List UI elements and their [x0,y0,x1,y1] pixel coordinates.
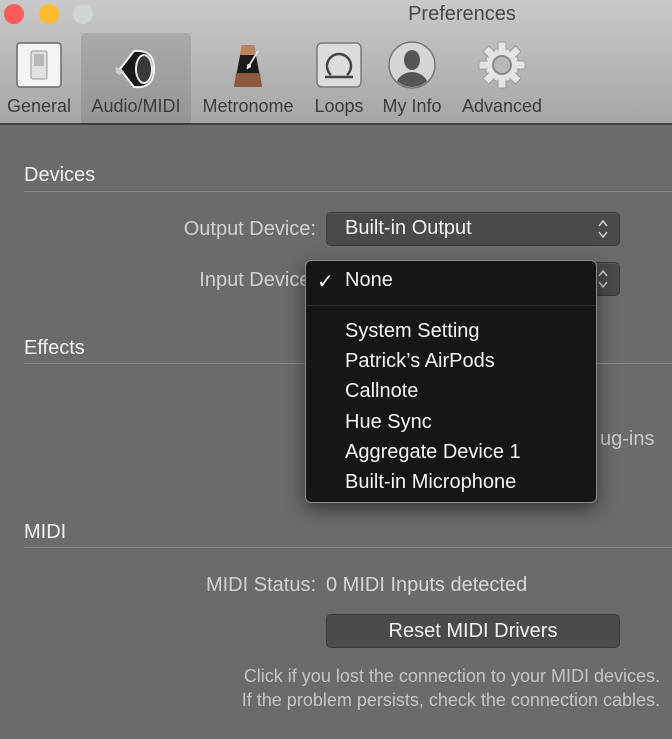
tab-metronome[interactable]: Metronome [195,33,301,123]
tab-label: General [6,96,72,116]
menu-item-label: Built-in Microphone [345,471,517,493]
menu-item-patricks-airpods[interactable]: Patrick’s AirPods [306,348,596,378]
user-icon [388,41,436,89]
menu-item-label: Callnote [345,380,419,402]
tab-label: My Info [382,96,442,116]
switch-icon [16,42,62,88]
menu-item-aggregate-device-1[interactable]: Aggregate Device 1 [306,439,596,469]
tab-loops[interactable]: Loops [308,33,370,123]
menu-item-built-in-microphone[interactable]: Built-in Microphone [306,469,596,499]
reset-midi-drivers-button[interactable]: Reset MIDI Drivers [326,614,620,648]
menu-item-label: Aggregate Device 1 [345,441,521,463]
menu-item-label: None [345,269,393,291]
midi-status-value: 0 MIDI Inputs detected [326,574,528,596]
devices-section-title: Devices [24,164,96,186]
midi-divider [24,547,672,548]
checkmark-icon: ✓ [317,271,334,293]
chevron-updown-icon [598,269,608,289]
menu-item-system-setting[interactable]: System Setting [306,318,596,348]
menu-separator [306,305,596,306]
menu-item-label: System Setting [345,320,480,342]
chevron-updown-icon [598,219,608,239]
metronome-icon [234,45,262,87]
tab-label: Audio/MIDI [91,96,181,116]
midi-section-title: MIDI [24,521,67,543]
tab-label: Advanced [461,96,543,116]
input-device-label: Input Device: [199,269,316,291]
midi-status-label: MIDI Status: [205,574,316,596]
output-device-select[interactable]: Built-in Output [326,212,620,246]
tab-advanced[interactable]: Advanced [455,33,549,123]
output-device-value: Built-in Output [345,217,472,239]
tab-label: Loops [314,96,364,116]
output-device-label: Output Device: [183,218,316,240]
effects-plugins-label-partial: ug-ins [600,428,655,450]
speaker-icon [115,49,156,89]
window-toolbar: Preferences General Audio/MIDI Metronome [0,0,672,125]
loop-icon [316,42,362,88]
devices-divider [24,191,672,192]
tab-my-info[interactable]: My Info [375,33,449,123]
menu-item-label: Hue Sync [345,411,432,433]
menu-item-none[interactable]: ✓ None [306,267,596,297]
gear-icon [478,41,526,89]
menu-item-callnote[interactable]: Callnote [306,378,596,408]
midi-help-line-1: Click if you lost the connection to your… [243,666,660,686]
midi-help-line-2: If the problem persists, check the conne… [241,690,660,710]
window-title: Preferences [408,3,516,25]
menu-item-hue-sync[interactable]: Hue Sync [306,409,596,439]
tab-label: Metronome [202,96,294,116]
effects-section-title: Effects [24,337,85,359]
tab-audio-midi[interactable]: Audio/MIDI [81,33,191,123]
tab-general[interactable]: General [2,33,76,123]
menu-item-label: Patrick’s AirPods [345,350,495,372]
input-device-menu: ✓ None System Setting Patrick’s AirPods … [305,260,597,503]
